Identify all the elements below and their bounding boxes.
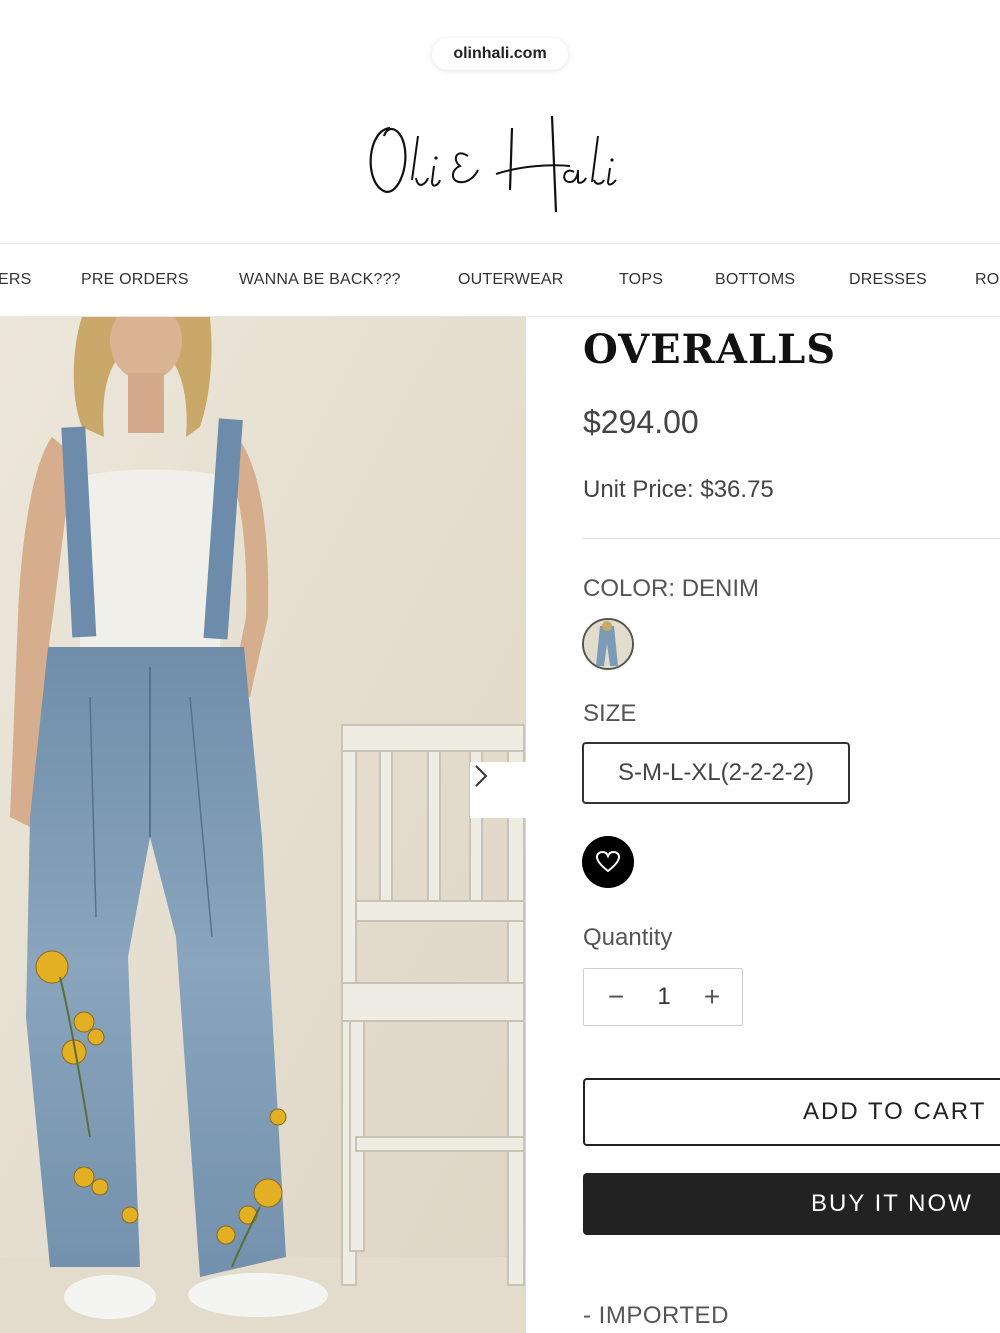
size-label: SIZE	[583, 700, 637, 727]
quantity-label: Quantity	[583, 924, 673, 951]
quantity-stepper: − 1 +	[583, 968, 743, 1026]
info-divider	[583, 538, 1000, 539]
color-value: DENIM	[681, 575, 760, 602]
url-pill[interactable]: olinhali.com	[432, 38, 568, 70]
heart-icon	[595, 850, 621, 873]
nav-item-partial-left[interactable]: ERS	[0, 271, 32, 289]
color-label: COLOR: DENIM	[583, 575, 759, 603]
main-nav: ERS PRE ORDERS WANNA BE BACK??? OUTERWEA…	[0, 244, 1000, 316]
quantity-increase-button[interactable]: +	[694, 979, 730, 1015]
unit-price: Unit Price: $36.75	[583, 476, 774, 503]
nav-item-wanna-be-back[interactable]: WANNA BE BACK???	[239, 271, 401, 289]
description-line: - IMPORTED	[583, 1302, 729, 1329]
nav-item-dresses[interactable]: DRESSES	[849, 271, 927, 289]
logo-script	[369, 115, 617, 213]
next-image-button[interactable]	[470, 762, 526, 818]
brand-logo[interactable]	[360, 108, 640, 218]
color-swatch-denim[interactable]	[582, 618, 634, 670]
nav-item-bottoms[interactable]: BOTTOMS	[715, 271, 795, 289]
product-price: $294.00	[583, 404, 699, 440]
nav-item-pre-orders[interactable]: PRE ORDERS	[81, 271, 189, 289]
nav-item-partial-right[interactable]: RO	[975, 271, 999, 289]
wishlist-button[interactable]	[582, 836, 634, 888]
product-title: OVERALLS	[583, 326, 837, 373]
chevron-right-icon	[475, 765, 488, 787]
buy-it-now-button[interactable]: BUY IT NOW	[583, 1173, 1000, 1235]
quantity-value[interactable]: 1	[644, 983, 684, 1011]
nav-item-outerwear[interactable]: OUTERWEAR	[458, 271, 564, 289]
product-photo-illustration	[0, 317, 526, 1333]
color-key: COLOR:	[583, 575, 676, 602]
quantity-decrease-button[interactable]: −	[598, 979, 634, 1015]
add-to-cart-button[interactable]: ADD TO CART	[583, 1078, 1000, 1146]
swatch-thumbnail	[584, 620, 632, 668]
size-option-button[interactable]: S-M-L-XL(2-2-2-2)	[582, 742, 850, 804]
product-image[interactable]	[0, 317, 526, 1333]
nav-item-tops[interactable]: TOPS	[619, 271, 663, 289]
